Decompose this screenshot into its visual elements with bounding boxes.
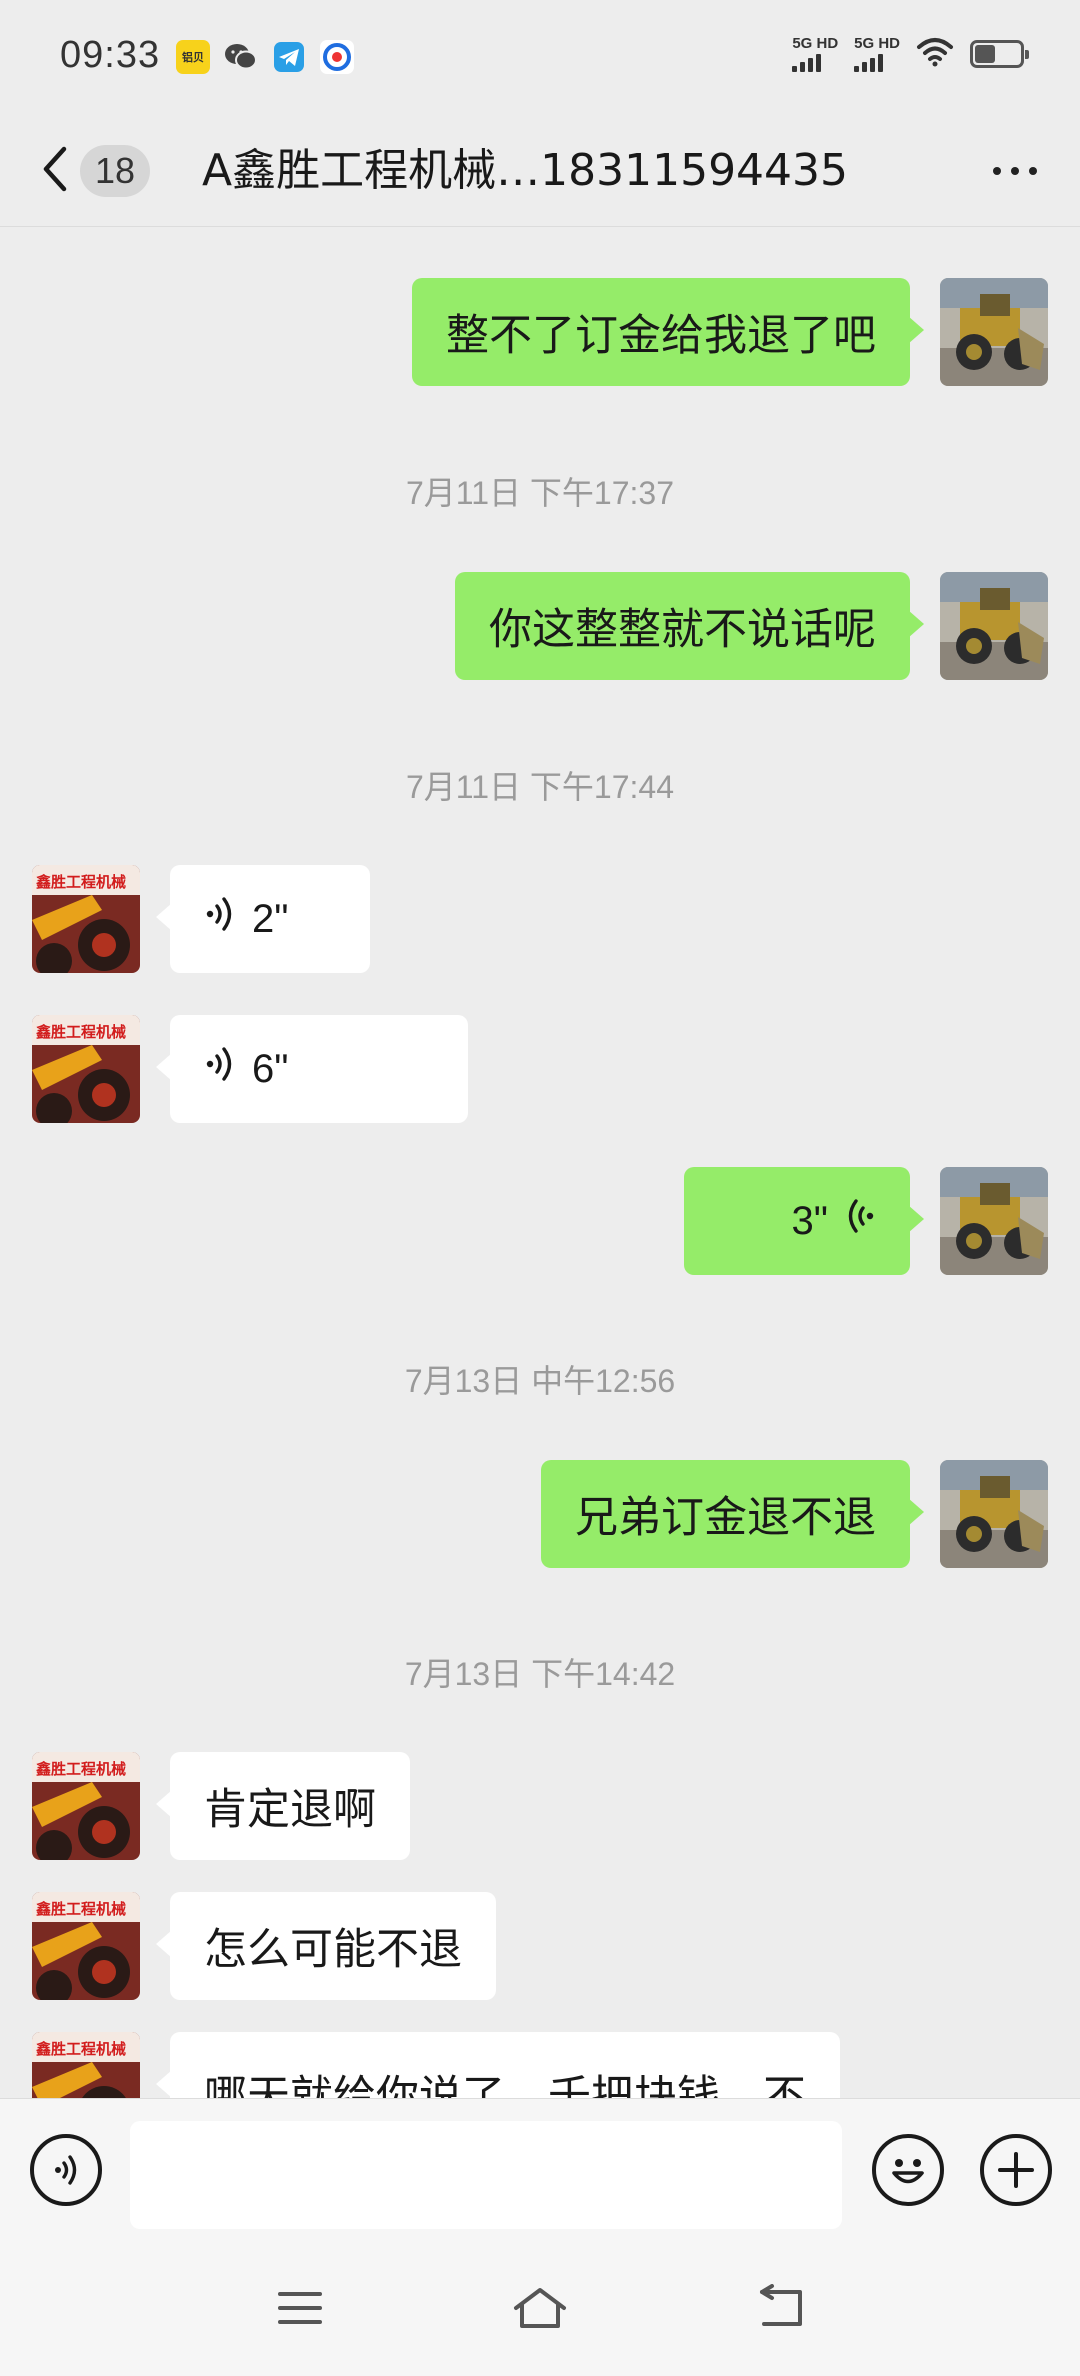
chat-input-bar	[0, 2098, 1080, 2238]
voice-duration: 2"	[252, 896, 289, 941]
telegram-icon	[272, 40, 306, 74]
voice-duration: 6"	[252, 1046, 289, 1091]
message-timestamp: 7月11日 下午17:44	[406, 769, 674, 805]
signal-2: 5G HD	[854, 36, 900, 72]
voice-wave-icon	[204, 1044, 238, 1095]
chat-header: 18 A鑫胜工程机械…18311594435	[0, 115, 1080, 227]
more-dots-icon[interactable]	[980, 141, 1050, 201]
contact-avatar[interactable]: 鑫胜工程机械	[32, 1752, 140, 1860]
browser-icon	[320, 40, 354, 74]
signal-bars-icon	[854, 54, 884, 72]
voice-duration: 3"	[791, 1198, 828, 1243]
message-row-self: 3"	[0, 1167, 1080, 1277]
avatar-text: 鑫胜工程机械	[35, 1760, 126, 1778]
back-button[interactable]: 18	[40, 133, 160, 209]
voice-message-bubble[interactable]: 6"	[156, 1015, 468, 1123]
wifi-icon	[916, 37, 954, 71]
avatar-text: 鑫胜工程机械	[35, 1023, 126, 1041]
home-icon[interactable]	[505, 2278, 575, 2338]
message-timestamp: 7月13日 中午12:56	[404, 1363, 676, 1399]
message-bubble-other[interactable]: 哪天就给你说了，千把块钱，不	[156, 2032, 840, 2098]
avatar-text: 鑫胜工程机械	[35, 1900, 126, 1918]
self-avatar[interactable]	[940, 1167, 1048, 1275]
chevron-left-icon	[40, 145, 70, 197]
status-indicators: 5G HD 5G HD	[792, 36, 1029, 72]
voice-message-bubble[interactable]: 2"	[156, 865, 370, 973]
avatar-text: 鑫胜工程机械	[35, 2040, 126, 2058]
battery-fill	[975, 45, 995, 63]
voice-wave-icon	[842, 1196, 876, 1247]
notification-icons: 铝贝	[176, 40, 354, 74]
message-bubble-other[interactable]: 怎么可能不退	[156, 1892, 496, 2000]
battery-icon	[970, 40, 1029, 68]
self-avatar[interactable]	[940, 572, 1048, 680]
back-icon[interactable]	[745, 2278, 815, 2338]
plus-icon[interactable]	[980, 2134, 1052, 2206]
message-row-other: 鑫胜工程机械 肯定退啊	[0, 1752, 1080, 1862]
message-list[interactable]: 整不了订金给我退了吧 7月11日 下午17:37 你这整整就不说话呢 7月11日…	[0, 228, 1080, 2098]
message-row-self: 你这整整就不说话呢	[0, 572, 1080, 682]
signal-2-label: 5G HD	[854, 35, 900, 52]
contact-avatar[interactable]: 鑫胜工程机械	[32, 2032, 140, 2098]
chat-title[interactable]: A鑫胜工程机械…18311594435	[202, 135, 922, 207]
wechat-icon	[224, 40, 258, 74]
voice-wave-icon	[204, 894, 238, 945]
system-nav-bar	[0, 2238, 1080, 2376]
signal-bars-icon	[792, 54, 822, 72]
message-bubble-self[interactable]: 你这整整就不说话呢	[455, 572, 924, 680]
signal-1: 5G HD	[792, 36, 838, 72]
message-row-self: 整不了订金给我退了吧	[0, 278, 1080, 388]
status-bar: 09:33 铝贝 5G HD 5G HD	[0, 0, 1080, 115]
message-input[interactable]	[130, 2121, 842, 2229]
message-row-other: 鑫胜工程机械 6"	[0, 1015, 1080, 1125]
message-row-other: 鑫胜工程机械 哪天就给你说了，千把块钱，不	[0, 2032, 1080, 2098]
menu-icon[interactable]	[265, 2278, 335, 2338]
voice-message-bubble-self[interactable]: 3"	[684, 1167, 924, 1275]
contact-avatar[interactable]: 鑫胜工程机械	[32, 865, 140, 973]
contact-avatar[interactable]: 鑫胜工程机械	[32, 1892, 140, 2000]
status-time: 09:33	[60, 34, 161, 76]
message-timestamp: 7月11日 下午17:37	[406, 475, 674, 511]
message-bubble-other[interactable]: 肯定退啊	[156, 1752, 410, 1860]
contact-avatar[interactable]: 鑫胜工程机械	[32, 1015, 140, 1123]
message-row-other: 鑫胜工程机械 2"	[0, 865, 1080, 975]
message-bubble-self[interactable]: 整不了订金给我退了吧	[412, 278, 924, 386]
voice-mode-icon[interactable]	[30, 2134, 102, 2206]
self-avatar[interactable]	[940, 278, 1048, 386]
avatar-text: 鑫胜工程机械	[35, 873, 126, 891]
app-notification-icon: 铝贝	[176, 40, 210, 74]
message-timestamp: 7月13日 下午14:42	[404, 1656, 676, 1692]
unread-count-badge: 18	[80, 145, 150, 197]
self-avatar[interactable]	[940, 1460, 1048, 1568]
emoji-icon[interactable]	[872, 2134, 944, 2206]
message-row-other: 鑫胜工程机械 怎么可能不退	[0, 1892, 1080, 2002]
signal-1-label: 5G HD	[792, 35, 839, 52]
message-bubble-self[interactable]: 兄弟订金退不退	[541, 1460, 924, 1568]
message-row-self: 兄弟订金退不退	[0, 1460, 1080, 1570]
